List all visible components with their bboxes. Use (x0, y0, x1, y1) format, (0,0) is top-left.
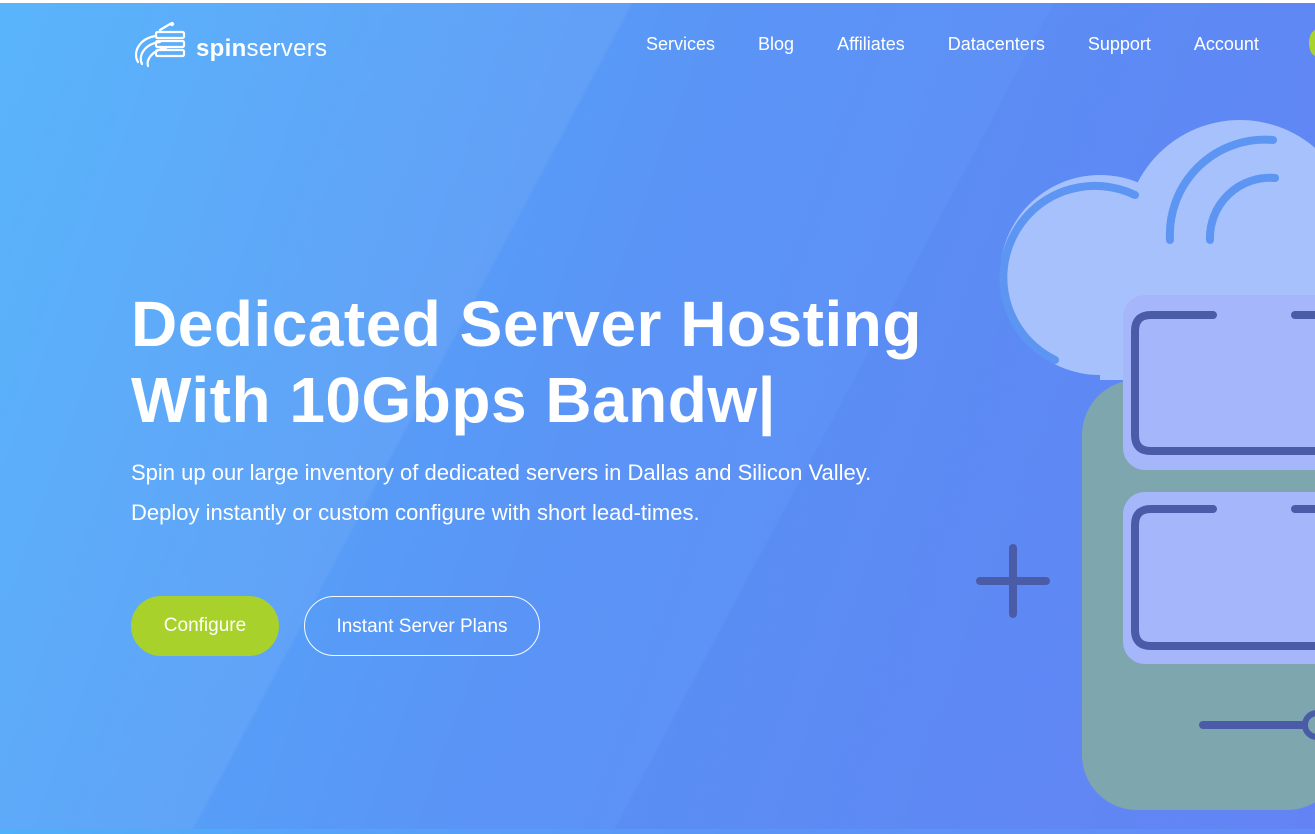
hero-title-line-1: Dedicated Server Hosting (131, 288, 922, 360)
brand-name: spinservers (196, 34, 328, 62)
nav-item-datacenters[interactable]: Datacenters (948, 33, 1045, 55)
hero-subtitle-line-2: Deploy instantly or custom configure wit… (131, 500, 700, 525)
instant-server-plans-button[interactable]: Instant Server Plans (304, 596, 540, 656)
hero-title: Dedicated Server Hosting With 10Gbps Ban… (131, 286, 1011, 438)
plus-icon (976, 544, 1050, 618)
nav-item-support[interactable]: Support (1088, 33, 1151, 55)
language-flag-icon[interactable] (1309, 30, 1315, 56)
top-border (0, 0, 1315, 3)
brand-logo[interactable]: spinservers (130, 21, 328, 75)
hero-title-line-2: With 10Gbps Bandw| (131, 364, 777, 436)
hero-subtitle: Spin up our large inventory of dedicated… (131, 453, 951, 533)
hero-subtitle-line-1: Spin up our large inventory of dedicated… (131, 460, 872, 485)
nav-item-account[interactable]: Account (1194, 33, 1259, 55)
nav-item-affiliates[interactable]: Affiliates (837, 33, 905, 55)
hero-illustration (955, 100, 1315, 829)
configure-button[interactable]: Configure (131, 596, 279, 656)
nav-item-services[interactable]: Services (646, 33, 715, 55)
main-nav: Services Blog Affiliates Datacenters Sup… (646, 33, 1302, 55)
spinservers-logo-icon (130, 21, 190, 75)
nav-item-blog[interactable]: Blog (758, 33, 794, 55)
